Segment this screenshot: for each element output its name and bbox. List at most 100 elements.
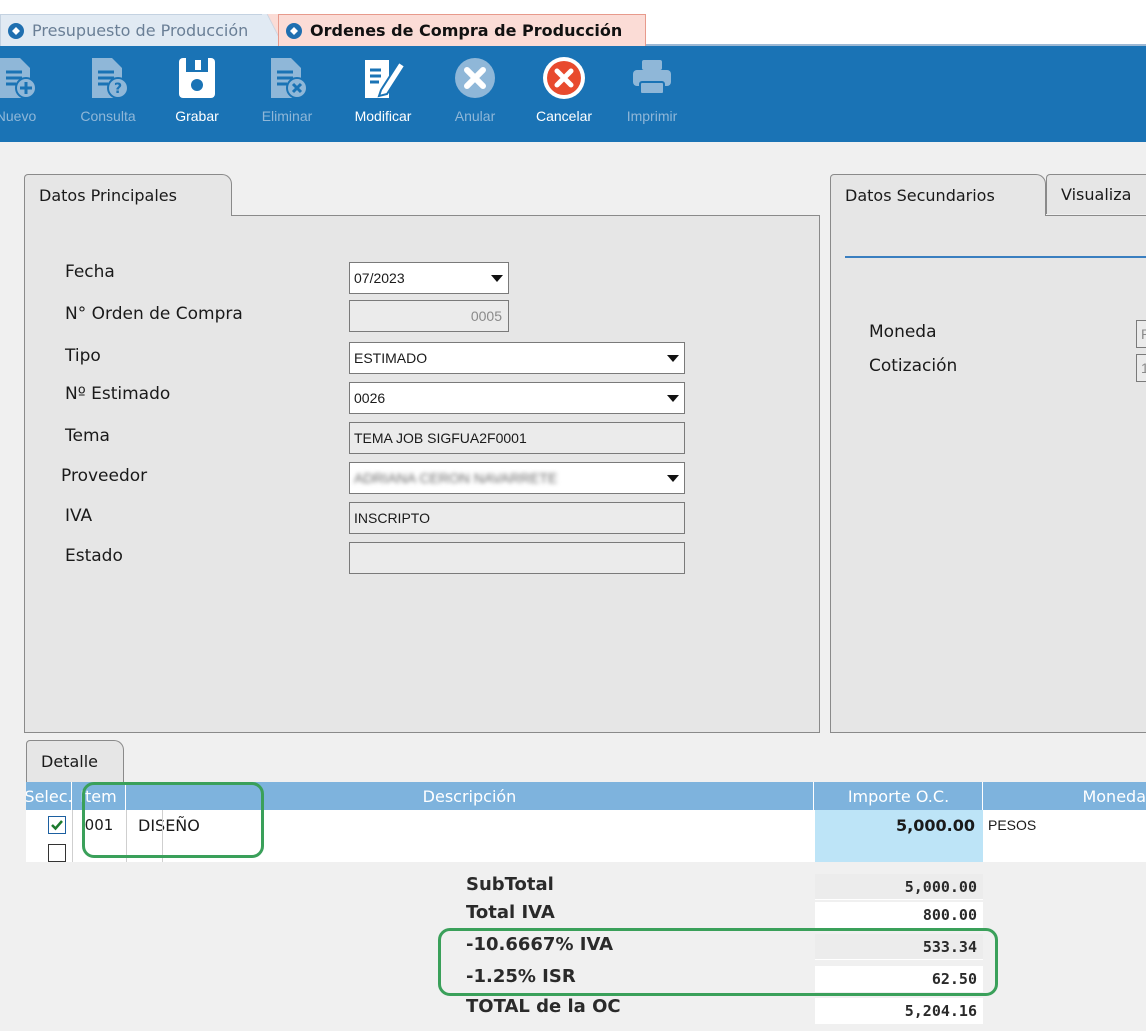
consulta-button[interactable]: ? Consulta [68, 46, 148, 142]
orden-label: N° Orden de Compra [65, 304, 243, 324]
total-iva-value: 800.00 [815, 902, 983, 928]
column-label: Importe O.C. [847, 786, 950, 806]
iva-field[interactable]: INSCRIPTO [349, 502, 685, 534]
column-label: Selec. [26, 786, 72, 806]
grid-line [126, 810, 127, 862]
save-floppy-icon [179, 58, 215, 98]
subtotal-value: 5,000.00 [815, 874, 983, 900]
row-checkbox[interactable] [48, 816, 66, 834]
estado-field[interactable] [349, 542, 685, 574]
fecha-label: Fecha [65, 262, 115, 282]
chevron-down-icon[interactable] [662, 383, 684, 413]
checkmark-icon [51, 820, 63, 831]
proveedor-label: Proveedor [61, 466, 148, 486]
estimado-label: Nº Estimado [65, 384, 171, 404]
retencion-iva-label: -10.6667% IVA [466, 934, 614, 955]
table-row[interactable]: 001 DISEÑO 5,000.00 PESOS [26, 810, 1146, 840]
tab-presupuesto-produccion[interactable]: Presupuesto de Producción [0, 14, 278, 46]
tema-value: TEMA JOB SIGFUA2F0001 [354, 430, 527, 446]
window-tab-strip: Presupuesto de Producción Ordenes de Com… [0, 0, 1146, 46]
nuevo-button[interactable]: Nuevo [0, 46, 46, 142]
iva-label: IVA [65, 506, 93, 526]
importe-cell[interactable]: 5,000.00 [815, 810, 983, 840]
tab-label: Datos Principales [39, 186, 177, 205]
cotizacion-label: Cotización [869, 356, 958, 376]
iva-value: INSCRIPTO [354, 510, 430, 526]
tema-label: Tema [65, 426, 110, 446]
total-oc-value: 5,204.16 [815, 998, 983, 1024]
column-header-item[interactable]: Item [72, 782, 126, 810]
chevron-down-icon[interactable] [486, 263, 508, 293]
modificar-label: Modificar [354, 108, 412, 124]
anular-label: Anular [454, 108, 496, 124]
column-label: Moneda [1082, 786, 1146, 806]
tab-datos-secundarios[interactable]: Datos Secundarios [830, 174, 1046, 216]
printer-icon [633, 60, 671, 95]
table-row[interactable] [26, 840, 1146, 862]
grabar-button[interactable]: Grabar [162, 46, 232, 142]
select-cell[interactable] [48, 810, 72, 840]
grabar-label: Grabar [175, 108, 219, 124]
cancelar-button[interactable]: Cancelar [524, 46, 604, 142]
moneda-label: Moneda [869, 322, 937, 342]
cancel-x-icon [455, 58, 495, 98]
moneda-cell: PESOS [988, 817, 1037, 833]
modificar-button[interactable]: Modificar [338, 46, 428, 142]
tab-label: Visualiza [1061, 185, 1132, 204]
column-header-moneda[interactable]: Moneda [984, 782, 1146, 810]
estimado-select[interactable]: 0026 [349, 382, 685, 414]
chevron-down-icon[interactable] [662, 343, 684, 373]
column-label: Item [80, 786, 117, 806]
new-document-icon [0, 58, 37, 99]
column-label: Descripción [422, 786, 517, 806]
importe-cell[interactable] [815, 840, 983, 862]
tipo-select[interactable]: ESTIMADO [349, 342, 685, 374]
edit-pencil-icon [365, 60, 407, 98]
svg-text:?: ? [114, 81, 122, 97]
retencion-isr-label: -1.25% ISR [466, 966, 576, 987]
eliminar-button[interactable]: Eliminar [250, 46, 324, 142]
retencion-iva-value: 533.34 [815, 934, 983, 960]
total-oc-label: TOTAL de la OC [466, 996, 621, 1017]
tab-visualiza[interactable]: Visualiza [1046, 174, 1146, 214]
moneda-value: P [1141, 326, 1146, 342]
anular-button[interactable]: Anular [442, 46, 508, 142]
app-tab-icon [8, 22, 24, 39]
proveedor-value: ADRIANA CERON NAVARRETE [354, 470, 558, 486]
tab-label: Detalle [41, 752, 98, 771]
tipo-value: ESTIMADO [354, 350, 428, 366]
cotizacion-field[interactable]: 1 [1136, 354, 1146, 382]
imprimir-label: Imprimir [626, 108, 678, 124]
detail-grid-header: Selec. Item Descripción Importe O.C. Mon… [26, 782, 1146, 810]
tab-label: Presupuesto de Producción [32, 21, 249, 40]
descripcion-cell: DISEÑO [138, 815, 200, 835]
tab-ordenes-compra-produccion[interactable]: Ordenes de Compra de Producción [278, 14, 646, 46]
section-divider [845, 256, 1146, 258]
item-cell: 001 [84, 816, 114, 834]
column-header-importe[interactable]: Importe O.C. [815, 782, 983, 810]
imprimir-button[interactable]: Imprimir [614, 46, 690, 142]
datos-principales-panel: Fecha 07/2023 N° Orden de Compra 0005 Ti… [24, 215, 820, 733]
moneda-field[interactable]: P [1136, 320, 1146, 348]
grid-line [72, 810, 73, 862]
tema-field[interactable]: TEMA JOB SIGFUA2F0001 [349, 422, 685, 454]
chevron-down-icon[interactable] [662, 463, 684, 493]
cancelar-label: Cancelar [535, 108, 593, 124]
fecha-select[interactable]: 07/2023 [349, 262, 509, 294]
orden-compra-field[interactable]: 0005 [349, 300, 509, 332]
grid-line [162, 810, 163, 862]
retencion-isr-value: 62.50 [815, 966, 983, 992]
column-header-selec[interactable]: Selec. [26, 782, 72, 810]
tipo-label: Tipo [65, 346, 101, 366]
cotizacion-value: 1 [1141, 360, 1146, 376]
eliminar-label: Eliminar [261, 108, 313, 124]
row-checkbox[interactable] [48, 844, 66, 862]
datos-secundarios-panel: Moneda P Cotización 1 [830, 215, 1146, 733]
column-header-descripcion[interactable]: Descripción [126, 782, 814, 810]
tab-datos-principales[interactable]: Datos Principales [24, 174, 232, 216]
cancel-circle-icon [543, 57, 585, 99]
select-cell[interactable] [48, 840, 72, 862]
proveedor-select[interactable]: ADRIANA CERON NAVARRETE [349, 462, 685, 494]
form-area: Datos Principales Fecha 07/2023 N° Orden… [0, 142, 1146, 1031]
tab-detalle[interactable]: Detalle [26, 740, 124, 782]
